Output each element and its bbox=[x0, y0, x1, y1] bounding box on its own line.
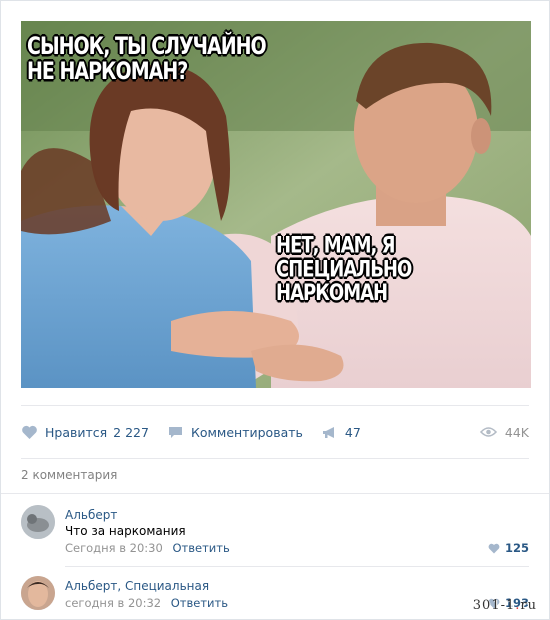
views-count: 44K bbox=[504, 424, 529, 440]
avatar-image bbox=[21, 505, 55, 539]
comment-text: Что за наркомания bbox=[65, 524, 186, 538]
comments-header[interactable]: 2 комментария bbox=[21, 468, 117, 482]
avatar-image bbox=[21, 576, 55, 610]
comment-button[interactable]: Комментировать bbox=[167, 425, 303, 440]
caption-top-line2: НЕ НАРКОМАН? bbox=[27, 57, 188, 85]
comment-meta: сегодня в 20:32 Ответить bbox=[65, 596, 228, 610]
watermark: 301-1.ru bbox=[473, 598, 537, 613]
share-count: 47 bbox=[344, 424, 361, 440]
comment-like-count: 125 bbox=[504, 541, 529, 555]
comment-like-button[interactable]: 125 bbox=[488, 541, 529, 555]
comment-time[interactable]: сегодня в 20:32 bbox=[65, 596, 161, 610]
avatar[interactable] bbox=[21, 576, 55, 610]
caption-top-line1: СЫНОК, ТЫ СЛУЧАЙНО bbox=[27, 32, 267, 60]
avatar[interactable] bbox=[21, 505, 55, 539]
comment-author[interactable]: Альберт bbox=[65, 508, 117, 522]
meme-image[interactable]: СЫНОК, ТЫ СЛУЧАЙНО НЕ НАРКОМАН? НЕТ, МАМ… bbox=[21, 21, 531, 388]
comment-item: Альберт Что за наркомания Сегодня в 20:3… bbox=[21, 505, 529, 571]
comment-meta: Сегодня в 20:30 Ответить bbox=[65, 541, 230, 555]
divider bbox=[1, 493, 549, 494]
reply-button[interactable]: Ответить bbox=[172, 541, 229, 555]
share-button[interactable]: 47 bbox=[321, 425, 361, 440]
caption-top: СЫНОК, ТЫ СЛУЧАЙНО НЕ НАРКОМАН? bbox=[27, 32, 267, 85]
post-card: СЫНОК, ТЫ СЛУЧАЙНО НЕ НАРКОМАН? НЕТ, МАМ… bbox=[0, 0, 550, 620]
comment-time[interactable]: Сегодня в 20:30 bbox=[65, 541, 163, 555]
like-label: Нравится bbox=[45, 424, 108, 440]
comment-label: Комментировать bbox=[190, 424, 303, 440]
like-count: 2 227 bbox=[113, 424, 149, 440]
reply-button[interactable]: Ответить bbox=[171, 596, 228, 610]
eye-icon bbox=[479, 427, 497, 437]
views-counter: 44K bbox=[479, 424, 529, 440]
watermark-suffix: ru bbox=[520, 598, 537, 613]
comment-icon bbox=[168, 426, 182, 438]
share-megaphone-icon bbox=[322, 426, 334, 438]
divider bbox=[65, 566, 529, 567]
caption-bottom: НЕТ, МАМ, Я СПЕЦИАЛЬНО НАРКОМАН bbox=[276, 232, 531, 306]
comment-author[interactable]: Альберт, Специальная bbox=[65, 579, 209, 593]
heart-icon bbox=[22, 425, 37, 439]
action-bar: Нравится 2 227 Комментировать 47 44K bbox=[21, 405, 529, 459]
comment-item: Альберт, Специальная сегодня в 20:32 Отв… bbox=[21, 576, 529, 619]
caption-bottom-line2: НАРКОМАН bbox=[276, 279, 388, 306]
like-button[interactable]: Нравится 2 227 bbox=[21, 425, 149, 440]
caption-bottom-line1: НЕТ, МАМ, Я СПЕЦИАЛЬНО bbox=[276, 232, 412, 283]
heart-icon bbox=[488, 543, 500, 553]
watermark-prefix: 301-1 bbox=[472, 598, 516, 613]
